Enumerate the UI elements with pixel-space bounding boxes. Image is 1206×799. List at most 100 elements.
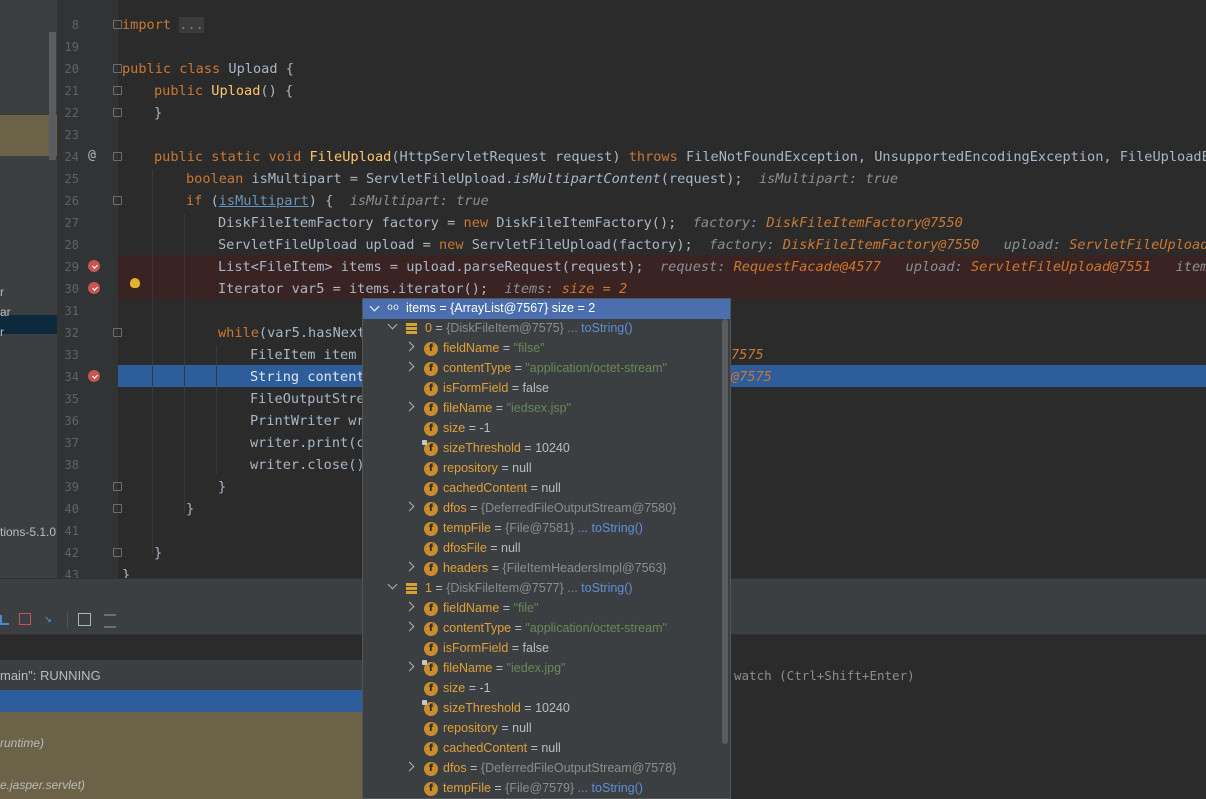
fold-marker[interactable] (113, 108, 122, 117)
chevron-right-icon[interactable] (404, 401, 415, 412)
override-annotation-icon[interactable]: @ (88, 148, 96, 163)
fold-marker[interactable] (113, 196, 122, 205)
variable-tree-row[interactable]: f sizeThreshold = 10240 (363, 699, 723, 719)
variable-tree-row[interactable]: f fileName = "iedsex.jsp" (363, 399, 723, 419)
code-line-25[interactable]: boolean isMultipart = ServletFileUpload.… (186, 168, 898, 190)
chevron-right-icon[interactable] (404, 501, 415, 512)
code-line-38[interactable]: writer.close() (250, 454, 365, 476)
variable-tree-row[interactable]: f tempFile = {File@7581} ... toString() (363, 519, 723, 539)
variable-tree-row[interactable]: f repository = null (363, 719, 723, 739)
variable-tree-row[interactable]: f fieldName = "file" (363, 599, 723, 619)
code-line-34[interactable]: String content (250, 366, 365, 388)
project-tree-item[interactable]: r (0, 325, 4, 339)
popup-scrollbar[interactable] (722, 319, 728, 744)
variable-tree-row[interactable]: f headers = {FileItemHeadersImpl@7563} (363, 559, 723, 579)
project-tree-item[interactable]: r (0, 285, 4, 299)
chevron-right-icon[interactable] (404, 761, 415, 772)
code-line-26[interactable]: if (isMultipart) { isMultipart: true (186, 190, 489, 212)
code-line-33[interactable]: FileItem item (250, 344, 356, 366)
variable-inspector-popup[interactable]: oo items = {ArrayList@7567} size = 2 0 =… (362, 298, 731, 799)
fold-marker[interactable] (113, 86, 122, 95)
field-icon: f (424, 782, 438, 796)
variable-tree-row[interactable]: f fieldName = "filse" (363, 339, 723, 359)
chevron-down-icon[interactable] (387, 579, 398, 590)
code-line-28[interactable]: ServletFileUpload upload = new ServletFi… (218, 234, 1206, 256)
project-scrollbar[interactable] (49, 32, 56, 160)
code-line-20[interactable]: public class Upload { (122, 58, 294, 80)
fold-marker[interactable] (113, 504, 122, 513)
breakpoint-icon[interactable] (88, 260, 100, 272)
code-line-27[interactable]: DiskFileItemFactory factory = new DiskFi… (218, 212, 963, 234)
breakpoint-icon[interactable] (88, 282, 100, 294)
line-number: 34 (64, 370, 79, 384)
thread-status[interactable]: main": RUNNING (0, 668, 101, 683)
project-tree-item[interactable]: tions-5.1.0 (0, 525, 56, 539)
fold-marker[interactable] (113, 548, 122, 557)
variable-tree-row[interactable]: f cachedContent = null (363, 739, 723, 759)
code-line-37[interactable]: writer.print(c (250, 432, 365, 454)
code-line-24[interactable]: public static void FileUpload(HttpServle… (154, 146, 1206, 168)
selected-frame[interactable] (0, 690, 362, 712)
fold-marker[interactable] (113, 20, 122, 29)
line-number: 35 (64, 392, 79, 406)
fold-marker[interactable] (113, 482, 122, 491)
evaluate-expression-icon[interactable] (78, 613, 91, 626)
variable-tree-row[interactable]: 0 = {DiskFileItem@7575} ... toString() (363, 319, 723, 339)
run-to-cursor-icon[interactable]: ↘ (44, 612, 56, 625)
code-line-34-hint: @7575 (731, 369, 772, 385)
variable-name: sizeThreshold (443, 441, 521, 455)
lightbulb-icon[interactable] (130, 278, 140, 288)
watch-hint[interactable]: watch (Ctrl+Shift+Enter) (734, 668, 915, 683)
code-line-36[interactable]: PrintWriter wr (250, 410, 365, 432)
variable-tree-row[interactable]: f tempFile = {File@7579} ... toString() (363, 779, 723, 798)
code-line-43[interactable]: } (122, 564, 130, 578)
code-line-22[interactable]: } (154, 102, 162, 124)
variable-tree-row[interactable]: f dfos = {DeferredFileOutputStream@7578} (363, 759, 723, 779)
line-number: 28 (64, 238, 79, 252)
step-icon[interactable] (0, 615, 9, 625)
breakpoint-icon[interactable] (88, 370, 100, 382)
chevron-right-icon[interactable] (404, 601, 415, 612)
variable-tree-row[interactable]: f dfos = {DeferredFileOutputStream@7580} (363, 499, 723, 519)
code-line-40[interactable]: } (186, 498, 194, 520)
chevron-right-icon[interactable] (404, 661, 415, 672)
field-icon: f (424, 382, 438, 396)
variable-tree-row[interactable]: f isFormField = false (363, 639, 723, 659)
fold-marker[interactable] (113, 328, 122, 337)
code-line-42[interactable]: } (154, 542, 162, 564)
chevron-right-icon[interactable] (404, 341, 415, 352)
variable-tree-row[interactable]: f repository = null (363, 459, 723, 479)
trace-icon[interactable] (104, 614, 116, 628)
chevron-right-icon[interactable] (404, 621, 415, 632)
variable-tree-row[interactable]: f contentType = "application/octet-stream… (363, 359, 723, 379)
chevron-down-icon[interactable] (369, 301, 380, 312)
chevron-right-icon[interactable] (404, 561, 415, 572)
variable-tree-row[interactable]: f size = -1 (363, 679, 723, 699)
code-line-35[interactable]: FileOutputStre (250, 388, 365, 410)
fold-marker[interactable] (113, 152, 122, 161)
code-line-21[interactable]: public Upload() { (154, 80, 293, 102)
stack-frame[interactable]: e.jasper.servlet) (0, 778, 85, 792)
popup-header[interactable]: oo items = {ArrayList@7567} size = 2 (363, 299, 730, 319)
variable-tree-row[interactable]: 1 = {DiskFileItem@7577} ... toString() (363, 579, 723, 599)
chevron-down-icon[interactable] (387, 319, 398, 330)
stack-frame[interactable]: runtime) (0, 736, 44, 750)
variable-tree-row[interactable]: f isFormField = false (363, 379, 723, 399)
chevron-right-icon[interactable] (404, 361, 415, 372)
fold-marker[interactable] (113, 64, 122, 73)
code-line-32[interactable]: while(var5.hasNext (218, 322, 365, 344)
code-line-8[interactable]: import ... (122, 14, 204, 36)
variable-tree-row[interactable]: f contentType = "application/octet-stream… (363, 619, 723, 639)
variable-tree-row[interactable]: f sizeThreshold = 10240 (363, 439, 723, 459)
variable-tree-row[interactable]: f fileName = "iedex.jpg" (363, 659, 723, 679)
code-line-39[interactable]: } (218, 476, 226, 498)
project-panel[interactable]: r ar r tions-5.1.0 (0, 0, 57, 578)
code-line-29[interactable]: List<FileItem> items = upload.parseReque… (218, 256, 1206, 278)
variable-tree-row[interactable]: f dfosFile = null (363, 539, 723, 559)
variable-tree-row[interactable]: f size = -1 (363, 419, 723, 439)
equals-sign: = (520, 701, 536, 715)
variable-tree-row[interactable]: f cachedContent = null (363, 479, 723, 499)
drop-frame-icon[interactable] (19, 613, 31, 625)
code-line-30[interactable]: Iterator var5 = items.iterator(); items:… (218, 278, 627, 300)
project-tree-item[interactable]: ar (0, 305, 11, 319)
